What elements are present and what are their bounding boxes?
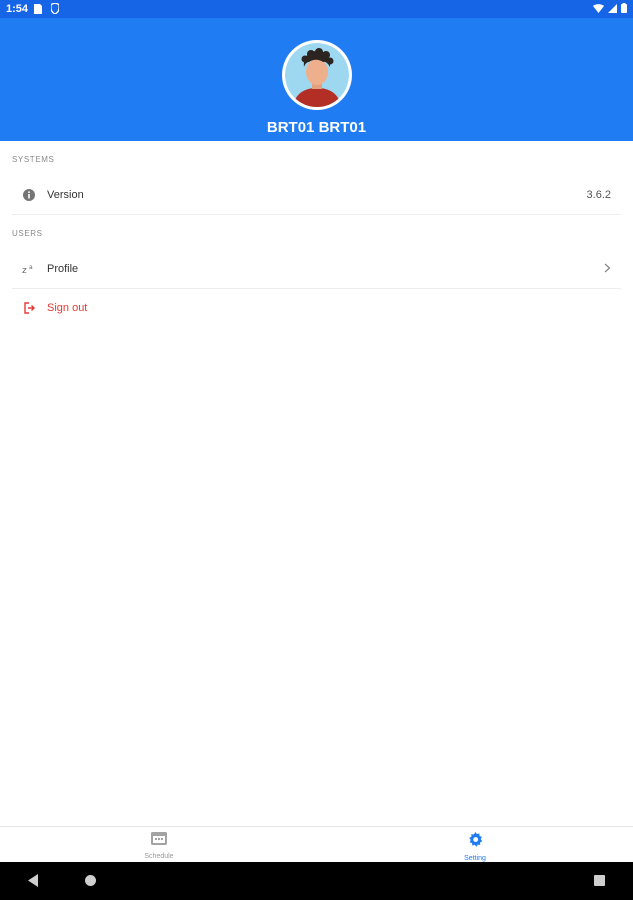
- svg-text:a: a: [29, 264, 33, 271]
- version-row: Version 3.6.2: [12, 176, 621, 215]
- gear-icon: [468, 832, 483, 851]
- svg-text:z: z: [22, 266, 27, 274]
- section-title-users: USERS: [12, 229, 43, 238]
- profile-label: Profile: [47, 263, 79, 275]
- recents-icon[interactable]: [594, 875, 605, 886]
- avatar[interactable]: [282, 40, 352, 110]
- sign-out-label: Sign out: [47, 302, 88, 314]
- logout-icon: [22, 301, 36, 315]
- sim-card-icon: [34, 4, 42, 17]
- chevron-right-icon: [604, 262, 611, 276]
- sign-out-row[interactable]: Sign out: [12, 289, 621, 327]
- version-value: 3.6.2: [586, 189, 611, 201]
- shield-icon: [50, 2, 60, 17]
- section-title-systems: SYSTEMS: [12, 155, 55, 164]
- battery-icon: [621, 3, 627, 16]
- user-avatar-icon: [285, 43, 349, 107]
- wifi-icon: [593, 3, 604, 16]
- version-label: Version: [47, 189, 84, 201]
- system-navigation-bar: [0, 862, 633, 900]
- tab-setting[interactable]: Setting: [445, 832, 505, 862]
- status-bar: 1:54: [0, 0, 633, 18]
- home-icon[interactable]: [85, 875, 96, 886]
- back-icon[interactable]: [28, 874, 39, 892]
- signal-icon: [608, 3, 617, 16]
- calendar-icon: [151, 832, 167, 849]
- profile-row[interactable]: za Profile: [12, 250, 621, 289]
- tab-setting-label: Setting: [464, 855, 486, 862]
- status-time: 1:54: [6, 3, 29, 15]
- tab-schedule-label: Schedule: [144, 853, 174, 860]
- info-icon: [22, 188, 36, 202]
- tab-schedule[interactable]: Schedule: [129, 832, 189, 860]
- bottom-navigation: Schedule Setting: [0, 826, 633, 863]
- sort-icon: za: [22, 262, 36, 276]
- user-name: BRT01 BRT01: [266, 119, 367, 136]
- profile-header: BRT01 BRT01: [0, 18, 633, 141]
